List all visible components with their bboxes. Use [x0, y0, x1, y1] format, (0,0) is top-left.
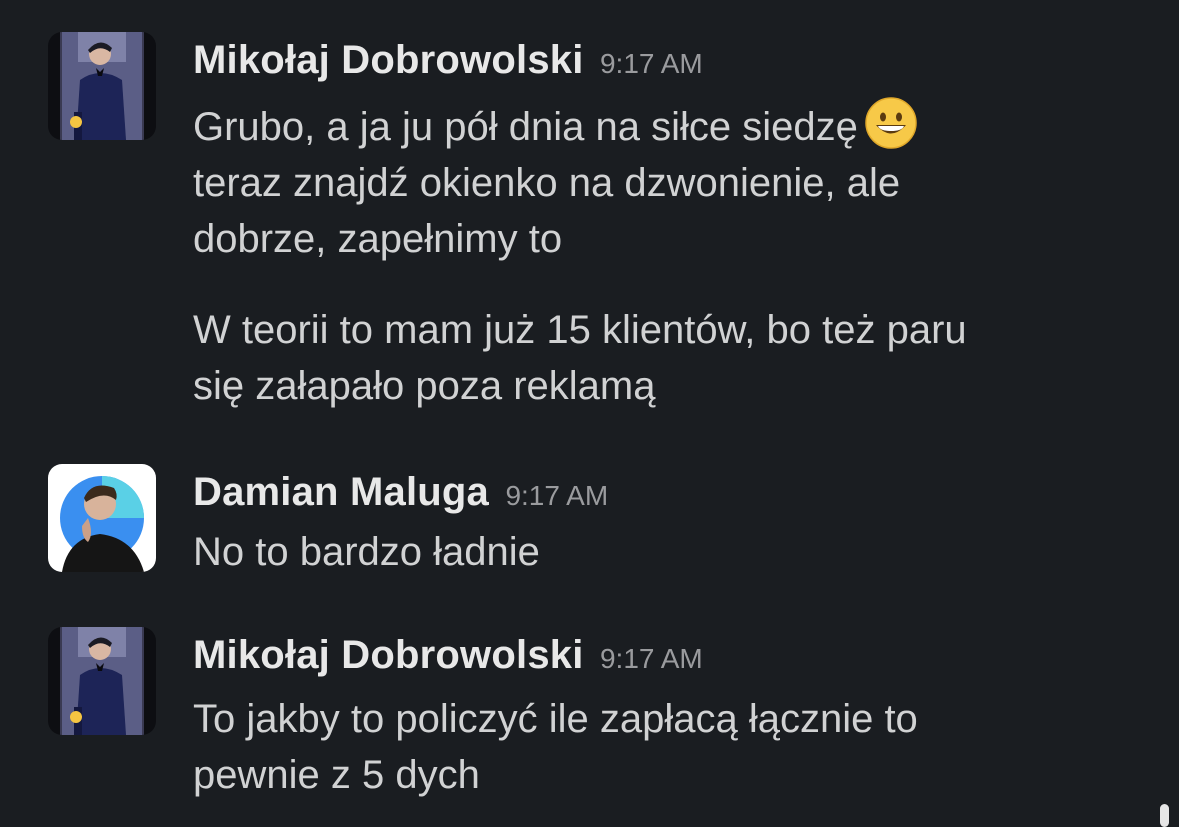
- timestamp[interactable]: 9:17 AM: [600, 643, 703, 674]
- message-text: No to bardzo ładnie: [193, 530, 540, 574]
- avatar[interactable]: [48, 464, 156, 572]
- grinning-face-icon: [865, 97, 917, 149]
- message-header: Mikołaj Dobrowolski 9:17 AM: [193, 38, 703, 83]
- author-name[interactable]: Mikołaj Dobrowolski: [193, 38, 584, 82]
- author-name[interactable]: Mikołaj Dobrowolski: [193, 633, 584, 677]
- message-header: Damian Maluga 9:17 AM: [193, 470, 608, 515]
- avatar[interactable]: [48, 627, 156, 735]
- author-name[interactable]: Damian Maluga: [193, 470, 489, 514]
- timestamp[interactable]: 9:17 AM: [505, 480, 608, 511]
- message-text: pewnie z 5 dych: [193, 753, 480, 797]
- message-list[interactable]: Mikołaj Dobrowolski 9:17 AM Grubo, a ja …: [0, 0, 1179, 827]
- message-text: W teorii to mam już 15 klientów, bo też …: [193, 308, 967, 352]
- message-text: się załapało poza reklamą: [193, 364, 656, 408]
- message-paragraph: Grubo, a ja ju pół dnia na siłce siedzę …: [193, 96, 1153, 267]
- scrollbar[interactable]: [1160, 804, 1169, 827]
- user-photo-suit-icon: [48, 32, 156, 140]
- message-paragraph: No to bardzo ładnie: [193, 524, 1153, 580]
- message-text: teraz znajdź okienko na dzwonienie, ale: [193, 161, 901, 205]
- message-text: Grubo, a ja ju pół dnia na siłce siedzę: [193, 105, 858, 149]
- message-header: Mikołaj Dobrowolski 9:17 AM: [193, 633, 703, 678]
- user-photo-blue-circle-icon: [48, 464, 156, 572]
- message-paragraph: W teorii to mam już 15 klientów, bo też …: [193, 302, 1153, 414]
- message-paragraph: To jakby to policzyć ile zapłacą łącznie…: [193, 691, 1153, 803]
- message-text: To jakby to policzyć ile zapłacą łącznie…: [193, 697, 918, 741]
- user-photo-suit-icon: [48, 627, 156, 735]
- message-text: dobrze, zapełnimy to: [193, 217, 563, 261]
- avatar[interactable]: [48, 32, 156, 140]
- timestamp[interactable]: 9:17 AM: [600, 48, 703, 79]
